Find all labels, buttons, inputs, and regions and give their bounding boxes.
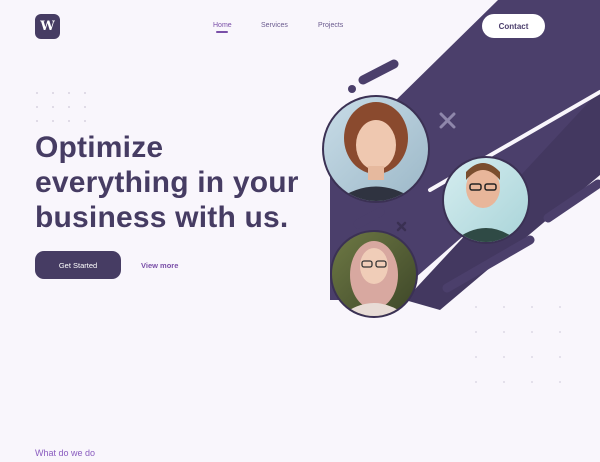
get-started-button[interactable]: Get Started [35,251,121,279]
avatar-woman-red-hair [322,95,430,203]
hero-headline-line-1: Optimize [35,131,164,164]
hero-headline-line-2: everything in your [35,166,299,199]
section-heading-what-we-do: What do we do [35,448,96,458]
nav-active-indicator [216,31,228,33]
avatar-woman-pink-hair [330,230,418,318]
deco-stroke [543,179,600,223]
hero-headline-line-3: business with us. [35,201,289,234]
dot-grid-right [475,306,561,383]
contact-button[interactable]: Contact [482,14,545,38]
close-x-icon [439,112,456,129]
avatar-man-glasses [442,156,530,244]
nav-item-services[interactable]: Services [261,22,288,29]
hero-headline: Optimize everything in your business wit… [35,130,315,235]
deco-stroke [353,207,385,229]
deco-stroke [442,235,535,293]
nav-item-projects[interactable]: Projects [318,22,343,29]
deco-dot [348,85,356,93]
view-more-link[interactable]: View more [141,261,178,270]
deco-stroke [358,59,399,85]
close-x-small-icon [396,221,407,232]
nav-item-home[interactable]: Home [213,22,232,29]
